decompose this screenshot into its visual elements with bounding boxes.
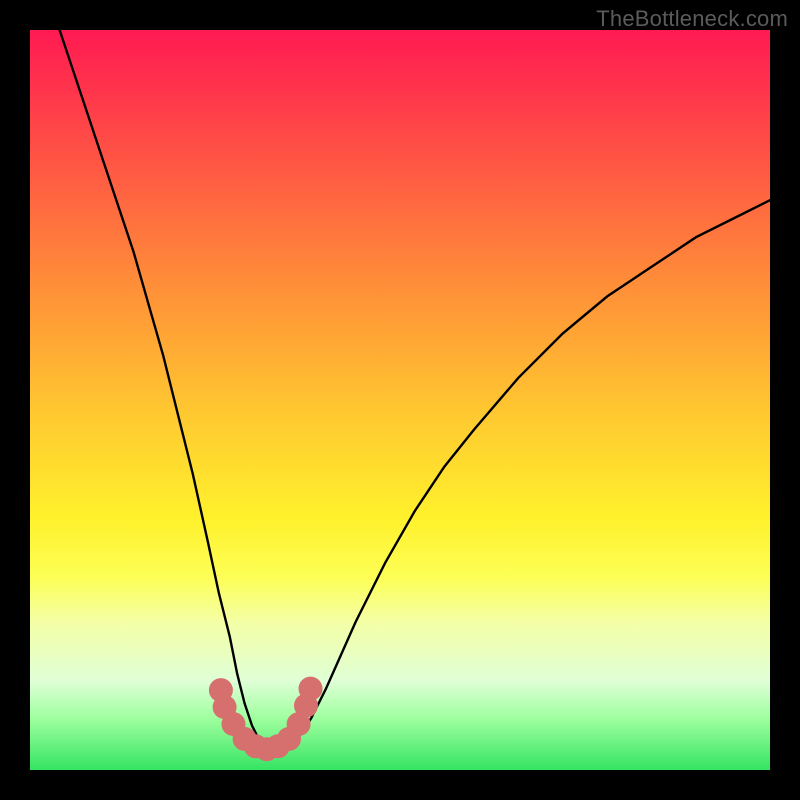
watermark-text: TheBottleneck.com [596,6,788,32]
marker-dot [299,677,323,701]
optimal-range-markers [209,677,323,762]
curve-svg [30,30,770,770]
plot-area [30,30,770,770]
chart-frame: TheBottleneck.com [0,0,800,800]
bottleneck-curve-path [60,30,770,752]
